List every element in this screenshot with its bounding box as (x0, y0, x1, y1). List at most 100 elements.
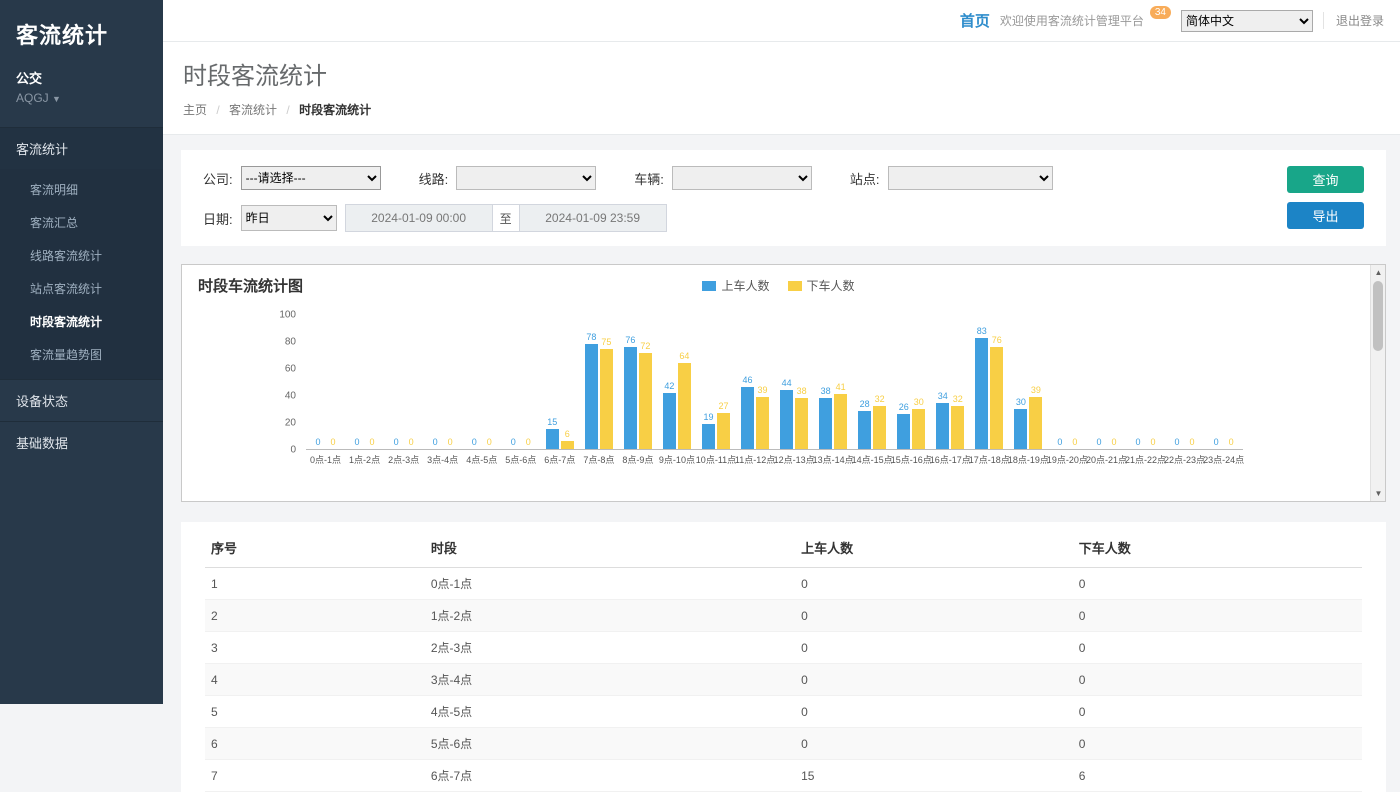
bar[interactable] (834, 394, 847, 449)
org-block: 公交 AQGJ ▼ (0, 54, 163, 121)
bar[interactable] (717, 413, 730, 449)
bar-group: 384113点-14点 (814, 315, 853, 449)
org-selector[interactable]: AQGJ ▼ (16, 91, 147, 105)
sidebar-item-station-stats[interactable]: 站点客流统计 (0, 272, 163, 305)
bar-value-label: 44 (782, 378, 792, 389)
bar-value-label: 0 (526, 437, 531, 448)
bar[interactable] (936, 403, 949, 449)
bar[interactable] (1014, 409, 1027, 449)
bar-value-label: 0 (433, 437, 438, 448)
org-code-label: AQGJ (16, 91, 49, 105)
bar-value-label: 0 (394, 437, 399, 448)
category-label: 17点-18点 (969, 453, 1010, 466)
table-cell: 0 (1073, 600, 1362, 632)
company-select[interactable]: ---请选择--- (241, 166, 381, 190)
breadcrumb-home[interactable]: 主页 (183, 103, 207, 117)
category-label: 8点-9点 (622, 453, 653, 466)
vehicle-select[interactable] (672, 166, 812, 190)
table-header-cell: 下车人数 (1073, 528, 1362, 568)
bar[interactable] (975, 338, 988, 449)
chart-scrollbar[interactable]: ▲ ▼ (1370, 265, 1385, 501)
bar[interactable] (639, 353, 652, 449)
station-filter: 站点: (850, 166, 1053, 190)
sidebar-item-line-stats[interactable]: 线路客流统计 (0, 239, 163, 272)
org-name: 公交 (16, 68, 147, 87)
scroll-down-icon[interactable]: ▼ (1371, 486, 1386, 501)
table-header-cell: 序号 (205, 528, 425, 568)
bar-value-label: 0 (316, 437, 321, 448)
sidebar-section-base-data[interactable]: 基础数据 (0, 421, 163, 463)
table-cell: 0 (1073, 728, 1362, 760)
bar[interactable] (912, 409, 925, 449)
category-label: 16点-17点 (930, 453, 971, 466)
line-filter: 线路: (419, 166, 597, 190)
table-cell: 0 (1073, 696, 1362, 728)
bar[interactable] (756, 397, 769, 449)
bar[interactable] (951, 406, 964, 449)
station-select[interactable] (888, 166, 1053, 190)
bar[interactable] (585, 344, 598, 449)
export-button[interactable]: 导出 (1287, 202, 1364, 229)
y-tick-label: 0 (290, 445, 296, 456)
bar[interactable] (702, 424, 715, 449)
sidebar-submenu: 客流明细 客流汇总 线路客流统计 站点客流统计 时段客流统计 客流量趋势图 (0, 169, 163, 379)
scrollbar-thumb[interactable] (1373, 281, 1383, 351)
bar-group: 0020点-21点 (1087, 315, 1126, 449)
bar-value-label: 15 (547, 417, 557, 428)
bar[interactable] (663, 393, 676, 449)
sidebar-section-device-status[interactable]: 设备状态 (0, 379, 163, 421)
bar[interactable] (780, 390, 793, 449)
bar-group: 192710点-11点 (696, 315, 735, 449)
bar[interactable] (819, 398, 832, 449)
bar[interactable] (624, 347, 637, 449)
sidebar-item-trend-chart[interactable]: 客流量趋势图 (0, 338, 163, 371)
language-select[interactable]: 简体中文 (1181, 10, 1313, 32)
category-label: 4点-5点 (466, 453, 497, 466)
legend-item[interactable]: 上车人数 (702, 277, 769, 294)
date-to-input[interactable] (519, 204, 667, 232)
bar[interactable] (600, 349, 613, 450)
bar[interactable] (1029, 397, 1042, 449)
legend-item[interactable]: 下车人数 (788, 277, 855, 294)
sidebar-item-passenger-detail[interactable]: 客流明细 (0, 173, 163, 206)
company-filter: 公司: ---请选择--- (203, 166, 381, 190)
bar[interactable] (858, 411, 871, 449)
bar-value-label: 26 (899, 402, 909, 413)
notification-badge[interactable]: 34 (1150, 6, 1171, 19)
bar[interactable] (741, 387, 754, 449)
bar[interactable] (546, 429, 559, 449)
sidebar-section-passenger-stats[interactable]: 客流统计 (0, 127, 163, 169)
table-cell: 2点-3点 (425, 632, 795, 664)
line-select[interactable] (456, 166, 596, 190)
bar-group: 263015点-16点 (892, 315, 931, 449)
query-button[interactable]: 查询 (1287, 166, 1364, 193)
table-cell: 0 (1073, 632, 1362, 664)
bar[interactable] (873, 406, 886, 449)
date-from-input[interactable] (345, 204, 493, 232)
category-label: 11点-12点 (735, 453, 775, 466)
bar[interactable] (990, 347, 1003, 449)
bar-value-label: 0 (355, 437, 360, 448)
company-label: 公司: (203, 169, 233, 188)
bar[interactable] (795, 398, 808, 449)
breadcrumb-passenger-stats[interactable]: 客流统计 (229, 103, 277, 117)
scroll-up-icon[interactable]: ▲ (1371, 265, 1386, 280)
station-label: 站点: (850, 169, 880, 188)
table-cell: 6点-7点 (425, 760, 795, 792)
category-label: 3点-4点 (427, 453, 458, 466)
bar-group: 004点-5点 (462, 315, 501, 449)
plot-area: 000点-1点001点-2点002点-3点003点-4点004点-5点005点-… (306, 315, 1243, 450)
table-cell: 0点-1点 (425, 568, 795, 600)
logout-link[interactable]: 退出登录 (1323, 12, 1384, 29)
bar[interactable] (678, 363, 691, 449)
sidebar-item-passenger-summary[interactable]: 客流汇总 (0, 206, 163, 239)
bar-value-label: 64 (679, 351, 689, 362)
bar-value-label: 34 (938, 391, 948, 402)
date-filter: 日期: 昨日 至 (203, 204, 667, 232)
table-cell: 2 (205, 600, 425, 632)
bar[interactable] (897, 414, 910, 449)
home-link[interactable]: 首页 (960, 10, 990, 31)
date-preset-select[interactable]: 昨日 (241, 205, 337, 231)
bar[interactable] (561, 441, 574, 449)
sidebar-item-period-stats[interactable]: 时段客流统计 (0, 305, 163, 338)
